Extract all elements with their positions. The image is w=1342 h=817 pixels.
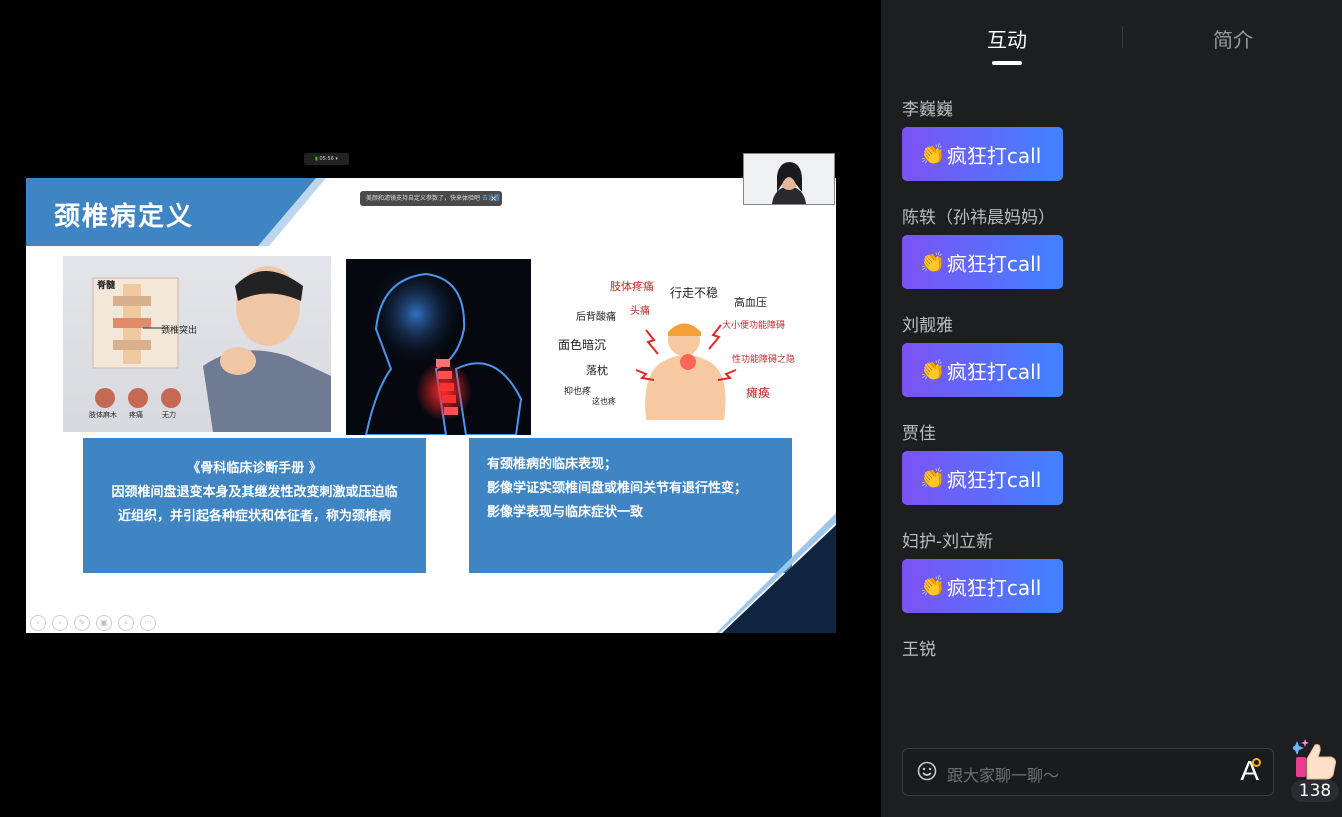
label-spinal-cord: 脊髓 (97, 281, 116, 291)
message-author: 妇护-刘立新 (902, 532, 994, 552)
symptom-incontinence: 大小便功能障碍 (722, 321, 786, 331)
clap-icon: 👏 (920, 250, 945, 274)
message-author: 刘靓雅 (902, 316, 953, 336)
message-author: 陈轶（孙祎晨妈妈） (902, 208, 1055, 228)
box1-line3: 近组织，并引起各种症状和体征者，称为颈椎病 (117, 509, 391, 524)
pen-icon[interactable]: ✎ (74, 615, 90, 631)
message-author: 贾佳 (902, 424, 936, 444)
symptoms-illustration: 肢体疼痛 行走不稳 头痛 高血压 后背酸痛 大小便功能障碍 面色暗沉 落枕 性功… (556, 270, 804, 420)
box1-line2: 因颈椎间盘退变本身及其继发性改变刺激或压迫临 (111, 485, 398, 500)
symptom-paralysis: 瘫痪 (746, 386, 771, 400)
interaction-panel: 互动 简介 李巍巍 👏 疯狂打call 陈轶（孙祎晨妈妈） 👏 疯狂打call 刘靓… (881, 0, 1342, 817)
message-bubble: 👏 疯狂打call (902, 451, 1063, 505)
presenter-avatar (744, 154, 834, 204)
message-text: 疯狂打call (946, 143, 1042, 168)
clap-icon: 👏 (920, 142, 945, 166)
zoom-icon[interactable]: ⌕ (118, 615, 134, 631)
slide-title: 颈椎病定义 (54, 202, 195, 232)
more-icon[interactable]: ··· (140, 615, 156, 631)
chat-placeholder[interactable]: 跟大家聊一聊～ (947, 762, 1059, 786)
box2-line3: 影像学表现与临床症状一致 (487, 505, 644, 520)
symptom-unsteady-walk: 行走不稳 (670, 286, 719, 300)
definition-box-handbook: 《骨科临床诊断手册 》 因颈椎间盘退变本身及其继发性改变刺激或压迫临 近组织，并… (83, 438, 426, 573)
symptom-pain-a: 抑也疼 (564, 387, 592, 397)
clap-icon: 👏 (920, 466, 945, 490)
box2-line2: 影像学证实颈椎间盘或椎间关节有退行性变； (487, 481, 748, 496)
prev-slide-icon[interactable]: ‹ (30, 615, 46, 631)
label-weakness: 无力 (162, 411, 176, 419)
active-tab-indicator (992, 61, 1022, 65)
symptom-back-pain: 后背酸痛 (576, 312, 616, 323)
toast-text: 美颜和滤镜支持自定义参数了，快来体验吧 (366, 195, 481, 202)
timer-text: 05:56 (319, 156, 334, 162)
next-slide-icon[interactable]: › (52, 615, 68, 631)
slides-overview-icon[interactable]: ▣ (96, 615, 112, 631)
definition-box-criteria: 有颈椎病的临床表现； 影像学证实颈椎间盘或椎间关节有退行性变； 影像学表现与临床… (469, 438, 792, 573)
slide-controls: ‹ › ✎ ▣ ⌕ ··· (30, 615, 156, 631)
message-text: 疯狂打call (946, 251, 1042, 276)
neck-pain-illustration: 脊髓 颈椎突出 肢体麻木 疼痛 无力 (63, 256, 331, 432)
box1-line1: 《骨科临床诊断手册 》 (187, 461, 322, 476)
message-bubble: 👏 疯狂打call (902, 127, 1063, 181)
tab-intro[interactable]: 简介 (1213, 24, 1253, 53)
symptom-pain-b: 这也疼 (592, 397, 616, 406)
like-count: 138 (1291, 780, 1339, 802)
message-bubble: 👏 疯狂打call (902, 235, 1063, 289)
xray-drawing (364, 262, 523, 435)
message-author: 李巍巍 (902, 100, 953, 120)
box2-line1: 有颈椎病的临床表现； (487, 457, 618, 472)
xray-neck-image (346, 259, 531, 435)
clap-icon: 👏 (920, 358, 945, 382)
message-bubble: 👏 疯狂打call (902, 343, 1063, 397)
chat-input[interactable]: 跟大家聊一聊～ A (902, 748, 1274, 796)
video-area[interactable]: ▮ 05:56 ▾ 颈椎病定义 美颜和滤镜支持自定义参数了，快来体验吧 去设置 … (0, 0, 881, 817)
symptom-headache: 头痛 (630, 306, 650, 317)
label-pain: 疼痛 (129, 411, 143, 419)
tab-interact[interactable]: 互动 (987, 24, 1027, 53)
label-numbness: 肢体麻木 (89, 411, 117, 419)
tab-divider (1122, 26, 1123, 48)
toast-close-icon[interactable]: × (490, 191, 497, 206)
beauty-filter-toast: 美颜和滤镜支持自定义参数了，快来体验吧 去设置 × (360, 191, 502, 206)
symptom-limb-pain: 肢体疼痛 (610, 280, 654, 293)
symptom-stiff-neck: 落枕 (586, 364, 608, 377)
message-bubble: 👏 疯狂打call (902, 559, 1063, 613)
message-text: 疯狂打call (946, 575, 1042, 600)
emoji-icon[interactable] (917, 761, 937, 781)
network-timer-bar: ▮ 05:56 ▾ (304, 153, 349, 165)
symptom-sexual-dysfunction: 性功能障碍之隐 (732, 355, 796, 365)
label-disc-herniation: 颈椎突出 (161, 326, 198, 336)
symptom-hypertension: 高血压 (734, 296, 767, 309)
message-author: 王锐 (902, 640, 936, 660)
presentation-slide: 颈椎病定义 美颜和滤镜支持自定义参数了，快来体验吧 去设置 × 脊髓 颈椎突出 … (26, 178, 836, 633)
symptom-dull-complexion: 面色暗沉 (558, 338, 607, 352)
message-text: 疯狂打call (946, 467, 1042, 492)
presenter-camera[interactable] (743, 153, 835, 205)
color-dot-icon (1252, 758, 1261, 767)
message-text: 疯狂打call (946, 359, 1042, 384)
clap-icon: 👏 (920, 574, 945, 598)
